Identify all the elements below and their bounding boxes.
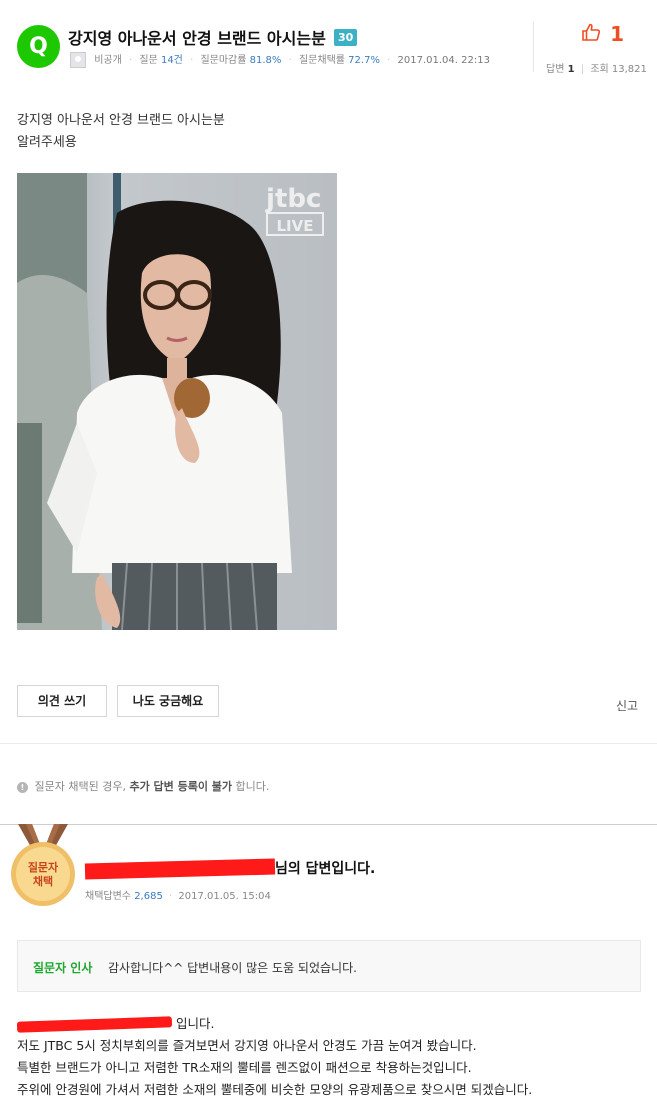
adopt-rate: 72.7% [348,55,380,66]
me-too-curious-button[interactable]: 나도 궁금해요 [117,685,219,717]
section-divider [0,743,657,744]
author-name: 비공개 [94,55,122,66]
header-divider [533,22,534,72]
question-count[interactable]: 14건 [161,55,183,66]
question-body-line: 알려주세용 [17,135,77,150]
like-button[interactable]: 1 [581,22,624,46]
meta-separator: · [128,55,133,66]
adopted-medal: 질문자 채택 [10,824,76,909]
answer-title: 님의 답변입니다. [84,858,376,880]
report-link[interactable]: 신고 [616,697,638,714]
question-title-row: 강지영 아나운서 안경 브랜드 아시는분 30 [68,25,358,49]
close-rate: 81.8% [249,55,282,66]
answer-line: 특별한 브랜드가 아니고 저렴한 TR소재의 뿔테를 렌즈없이 패션으로 착용하… [17,1060,472,1075]
answer-line: 주위에 안경원에 가셔서 저렴한 소재의 뿔테중에 비슷한 모양의 유광제품으로… [17,1082,533,1097]
answer-title-suffix: 님의 답변입니다. [275,861,376,877]
image-watermark: jtbc [265,184,321,214]
question-body: 강지영 아나운서 안경 브랜드 아시는분 알려주세용 [17,110,225,154]
asker-greeting: 질문자 인사 감사합니다^^ 답변내용이 많은 도움 되었습니다. [17,940,641,992]
meta-separator: · [169,891,173,902]
question-count-label: 질문 [139,55,158,66]
question-badge: Q [17,25,60,68]
question-image: jtbc LIVE [17,173,337,630]
question-date: 2017.01.04. 22:13 [397,55,490,66]
answer-meta: 채택답변수 2,685 · 2017.01.05. 15:04 [85,887,271,902]
question-title: 강지영 아나운서 안경 브랜드 아시는분 [68,29,326,48]
answer-line: 입니다. [16,1013,532,1035]
stats-separator: | [580,64,585,75]
adopted-count-label: 채택답변수 [85,891,131,902]
views-label: 조회 [590,64,609,75]
greeting-label: 질문자 인사 [33,961,93,975]
notice-prefix: 질문자 채택된 경우, [34,780,130,793]
info-icon: ! [17,781,28,793]
redacted-username [84,858,276,880]
answer-line: 저도 JTBC 5시 정치부회의를 즐겨보면서 강지영 아나운서 안경도 가끔 … [17,1038,477,1053]
views-count: 13,821 [611,64,647,75]
write-opinion-button[interactable]: 의견 쓰기 [17,685,107,717]
close-rate-label: 질문마감률 [200,55,247,66]
answer-date: 2017.01.05. 15:04 [178,891,271,902]
redacted-text [16,1016,173,1033]
medal-text-2: 채택 [33,874,53,888]
image-watermark-live: LIVE [277,217,314,235]
adoption-notice: ! 질문자 채택된 경우, 추가 답변 등록이 불가 합니다. [17,778,269,794]
thumbs-up-icon[interactable] [581,22,601,46]
meta-separator: · [288,55,292,66]
avatar [70,52,86,68]
meta-separator: · [190,55,194,66]
question-stats: 답변 1 | 조회 13,821 [546,60,647,75]
question-header: Q 강지영 아나운서 안경 브랜드 아시는분 30 비공개 · 질문 14건 ·… [0,0,657,90]
adopt-rate-label: 질문채택률 [298,55,345,66]
announcer-photo: jtbc LIVE [17,173,337,630]
adopted-count[interactable]: 2,685 [134,891,163,902]
answer-divider [0,824,657,825]
notice-bold: 추가 답변 등록이 불가 [129,780,233,793]
medal-text-1: 질문자 [28,860,59,874]
points-badge: 30 [333,28,358,46]
answers-count: 1 [567,64,575,75]
notice-suffix: 합니다. [235,780,270,793]
meta-separator: · [387,55,391,66]
answer-body: 입니다. 저도 JTBC 5시 정치부회의를 즐겨보면서 강지영 아나운서 안경… [16,1013,533,1101]
question-body-line: 강지영 아나운서 안경 브랜드 아시는분 [17,113,225,128]
greeting-text: 감사합니다^^ 답변내용이 많은 도움 되었습니다. [108,961,357,975]
answer-line-1-suffix: 입니다. [175,1016,215,1031]
like-count: 1 [610,22,625,46]
answers-label: 답변 [546,64,565,75]
question-meta: 비공개 · 질문 14건 · 질문마감률 81.8% · 질문채택률 72.7%… [70,51,490,68]
